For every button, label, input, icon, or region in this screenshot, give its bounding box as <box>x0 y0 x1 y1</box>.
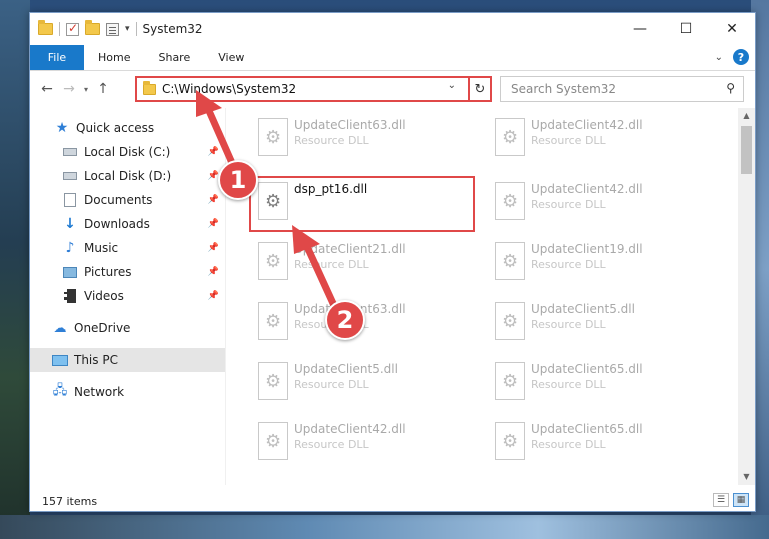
annotation-arrows <box>196 90 340 314</box>
arrow-to-file <box>300 236 340 314</box>
step-badge-1: 1 <box>218 160 258 200</box>
step-badge-2: 2 <box>325 300 365 340</box>
